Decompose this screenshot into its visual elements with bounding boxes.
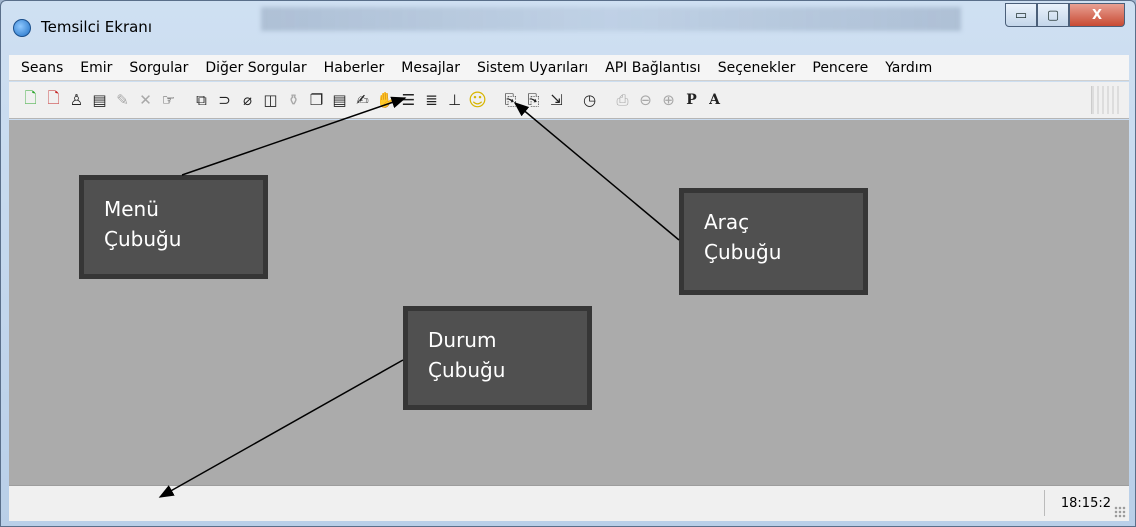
money-icon[interactable]: ▤ [88,88,111,112]
callout-toolbar-line1: Araç [704,210,750,234]
menu-bar: Seans Emir Sorgular Diğer Sorgular Haber… [9,55,1129,81]
grid-list-icon[interactable]: ≣ [420,88,443,112]
status-time: 18:15:2 [1060,496,1111,511]
column-icon[interactable]: ⊥ [443,88,466,112]
status-separator [1044,490,1045,516]
print-icon[interactable]: ⎙ [611,88,634,112]
zoom-in-icon[interactable]: ⊕ [657,88,680,112]
report-icon[interactable]: ⎘ [499,88,522,112]
menu-mesajlar[interactable]: Mesajlar [401,60,460,76]
toolbar-overflow[interactable] [1091,86,1121,114]
bottle-icon[interactable]: ⚱ [282,88,305,112]
user-icon[interactable]: ♙ [65,88,88,112]
callout-toolbar-line2: Çubuğu [704,240,782,264]
window-controls: ▭ ▢ X [1005,3,1125,27]
status-bar: 18:15:2 [9,485,1129,521]
callout-toolbar: Araç Çubuğu [679,188,868,295]
menu-yardim[interactable]: Yardım [885,60,932,76]
maximize-button[interactable]: ▢ [1037,3,1069,27]
resize-grip-icon[interactable] [1114,506,1126,518]
callout-menu-bar: Menü Çubuğu [79,175,268,279]
blurred-background-text [261,7,961,31]
document-icon[interactable]: ▤ [328,88,351,112]
window-title: Temsilci Ekranı [41,18,152,36]
menu-pencere[interactable]: Pencere [812,60,868,76]
menu-diger-sorgular[interactable]: Diğer Sorgular [205,60,306,76]
minimize-button[interactable]: ▭ [1005,3,1037,27]
zoom-out-icon[interactable]: ⊖ [634,88,657,112]
callout-menu-line2: Çubuğu [104,227,182,251]
eraser-icon[interactable]: ⌀ [236,88,259,112]
callout-status-line2: Çubuğu [428,358,506,382]
list-icon[interactable]: ☰ [397,88,420,112]
p-button-icon[interactable]: P [680,88,703,112]
menu-seans[interactable]: Seans [21,60,63,76]
copy-icon[interactable]: ❐ [305,88,328,112]
export-icon[interactable]: ⇲ [545,88,568,112]
toolbar: 🗋 🗋 ♙ ▤ ✎ ✕ ☞ ⧉ ⊃ ⌀ ◫ ⚱ ❐ ▤ ✍ ✋ ☰ ≣ ⊥ ☺ ⎘ ⎘ ⇲ ◷ ⎙ ⊖ ⊕ P A [9,82,1129,119]
a-button-icon[interactable]: A [703,88,726,112]
title-bar[interactable]: Temsilci Ekranı ▭ ▢ X [1,1,1135,57]
close-button[interactable]: X [1069,3,1125,27]
menu-sorgular[interactable]: Sorgular [129,60,188,76]
cancel-order-icon[interactable]: 🗋 [42,88,65,112]
edit-icon[interactable]: ✎ [111,88,134,112]
new-order-icon[interactable]: 🗋 [19,88,42,112]
callout-menu-line1: Menü [104,197,159,221]
menu-sistem-uyarilari[interactable]: Sistem Uyarıları [477,60,588,76]
menu-emir[interactable]: Emir [80,60,112,76]
app-icon[interactable] [13,19,31,37]
menu-haberler[interactable]: Haberler [324,60,385,76]
hand-point-icon[interactable]: ☞ [157,88,180,112]
callout-status-bar: Durum Çubuğu [403,306,592,410]
hand-stop-icon[interactable]: ✋ [374,88,397,112]
clock-icon[interactable]: ◷ [578,88,601,112]
writing-icon[interactable]: ✍ [351,88,374,112]
menu-secenekler[interactable]: Seçenekler [718,60,796,76]
callout-status-line1: Durum [428,328,497,352]
window-icon[interactable]: ⧉ [190,88,213,112]
link-icon[interactable]: ⊃ [213,88,236,112]
delete-icon[interactable]: ✕ [134,88,157,112]
report2-icon[interactable]: ⎘ [522,88,545,112]
book-icon[interactable]: ◫ [259,88,282,112]
smiley-icon[interactable]: ☺ [466,88,489,112]
menu-api-baglantisi[interactable]: API Bağlantısı [605,60,701,76]
